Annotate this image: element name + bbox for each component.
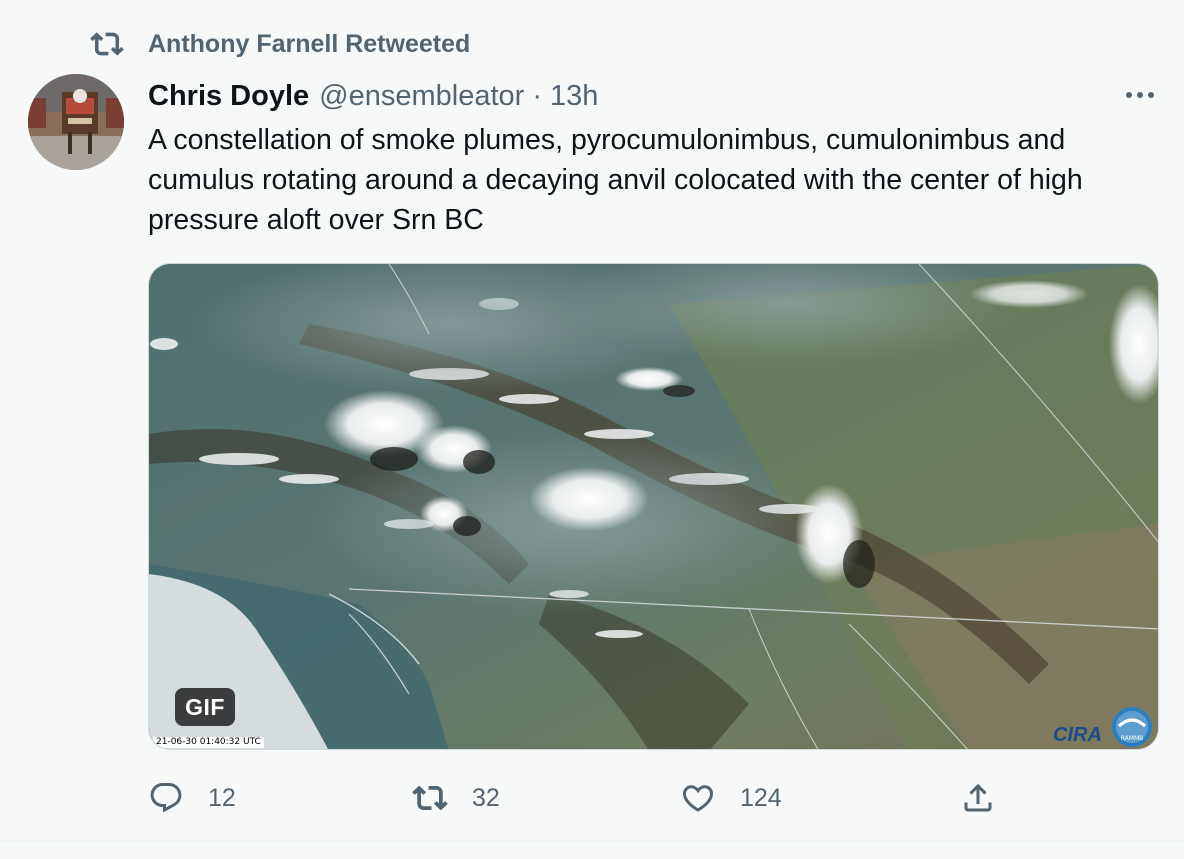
retweeted-by-label[interactable]: Anthony Farnell Retweeted <box>148 30 470 59</box>
retweet-header: Anthony Farnell Retweeted <box>90 26 470 62</box>
tweet-timestamp[interactable]: 13h <box>550 80 598 113</box>
retweet-icon <box>90 32 124 56</box>
share-button[interactable] <box>960 772 996 824</box>
divider <box>0 840 1184 859</box>
share-icon <box>964 783 992 812</box>
tweet-text: A constellation of smoke plumes, pyrocum… <box>148 124 1083 236</box>
retweet-button[interactable]: 32 <box>412 772 500 824</box>
reply-icon <box>150 783 182 813</box>
tweet-media-gif[interactable]: GIF 21-06-30 01:40:32 UTC CIRA RAMMB <box>148 263 1159 750</box>
svg-text:RAMMB: RAMMB <box>1121 735 1144 742</box>
satellite-image <box>149 264 1158 749</box>
separator-dot: · <box>532 79 542 112</box>
rammb-logo: RAMMB <box>1112 707 1152 747</box>
author-display-name[interactable]: Chris Doyle <box>148 80 309 113</box>
image-timestamp: 21-06-30 01:40:32 UTC <box>153 737 264 748</box>
retweet-count: 32 <box>472 783 500 812</box>
author-handle[interactable]: @ensembleator <box>319 80 524 113</box>
cira-logo: CIRA <box>1053 724 1102 746</box>
heart-icon <box>682 785 714 812</box>
like-button[interactable]: 124 <box>680 772 782 824</box>
reply-button[interactable]: 12 <box>148 772 236 824</box>
tweet-actions: 12 32 124 <box>0 772 1184 824</box>
more-horizontal-icon <box>1126 92 1132 98</box>
retweet-icon <box>412 785 448 811</box>
author-line: Chris Doyle @ensembleator · 13h <box>148 76 598 116</box>
more-options-button[interactable] <box>1118 82 1162 108</box>
like-count: 124 <box>740 783 782 812</box>
gif-badge: GIF <box>175 688 235 726</box>
avatar[interactable] <box>28 74 124 170</box>
reply-count: 12 <box>208 783 236 812</box>
tweet-card[interactable]: Anthony Farnell Retweeted Chris Doyle @e… <box>0 0 1184 840</box>
